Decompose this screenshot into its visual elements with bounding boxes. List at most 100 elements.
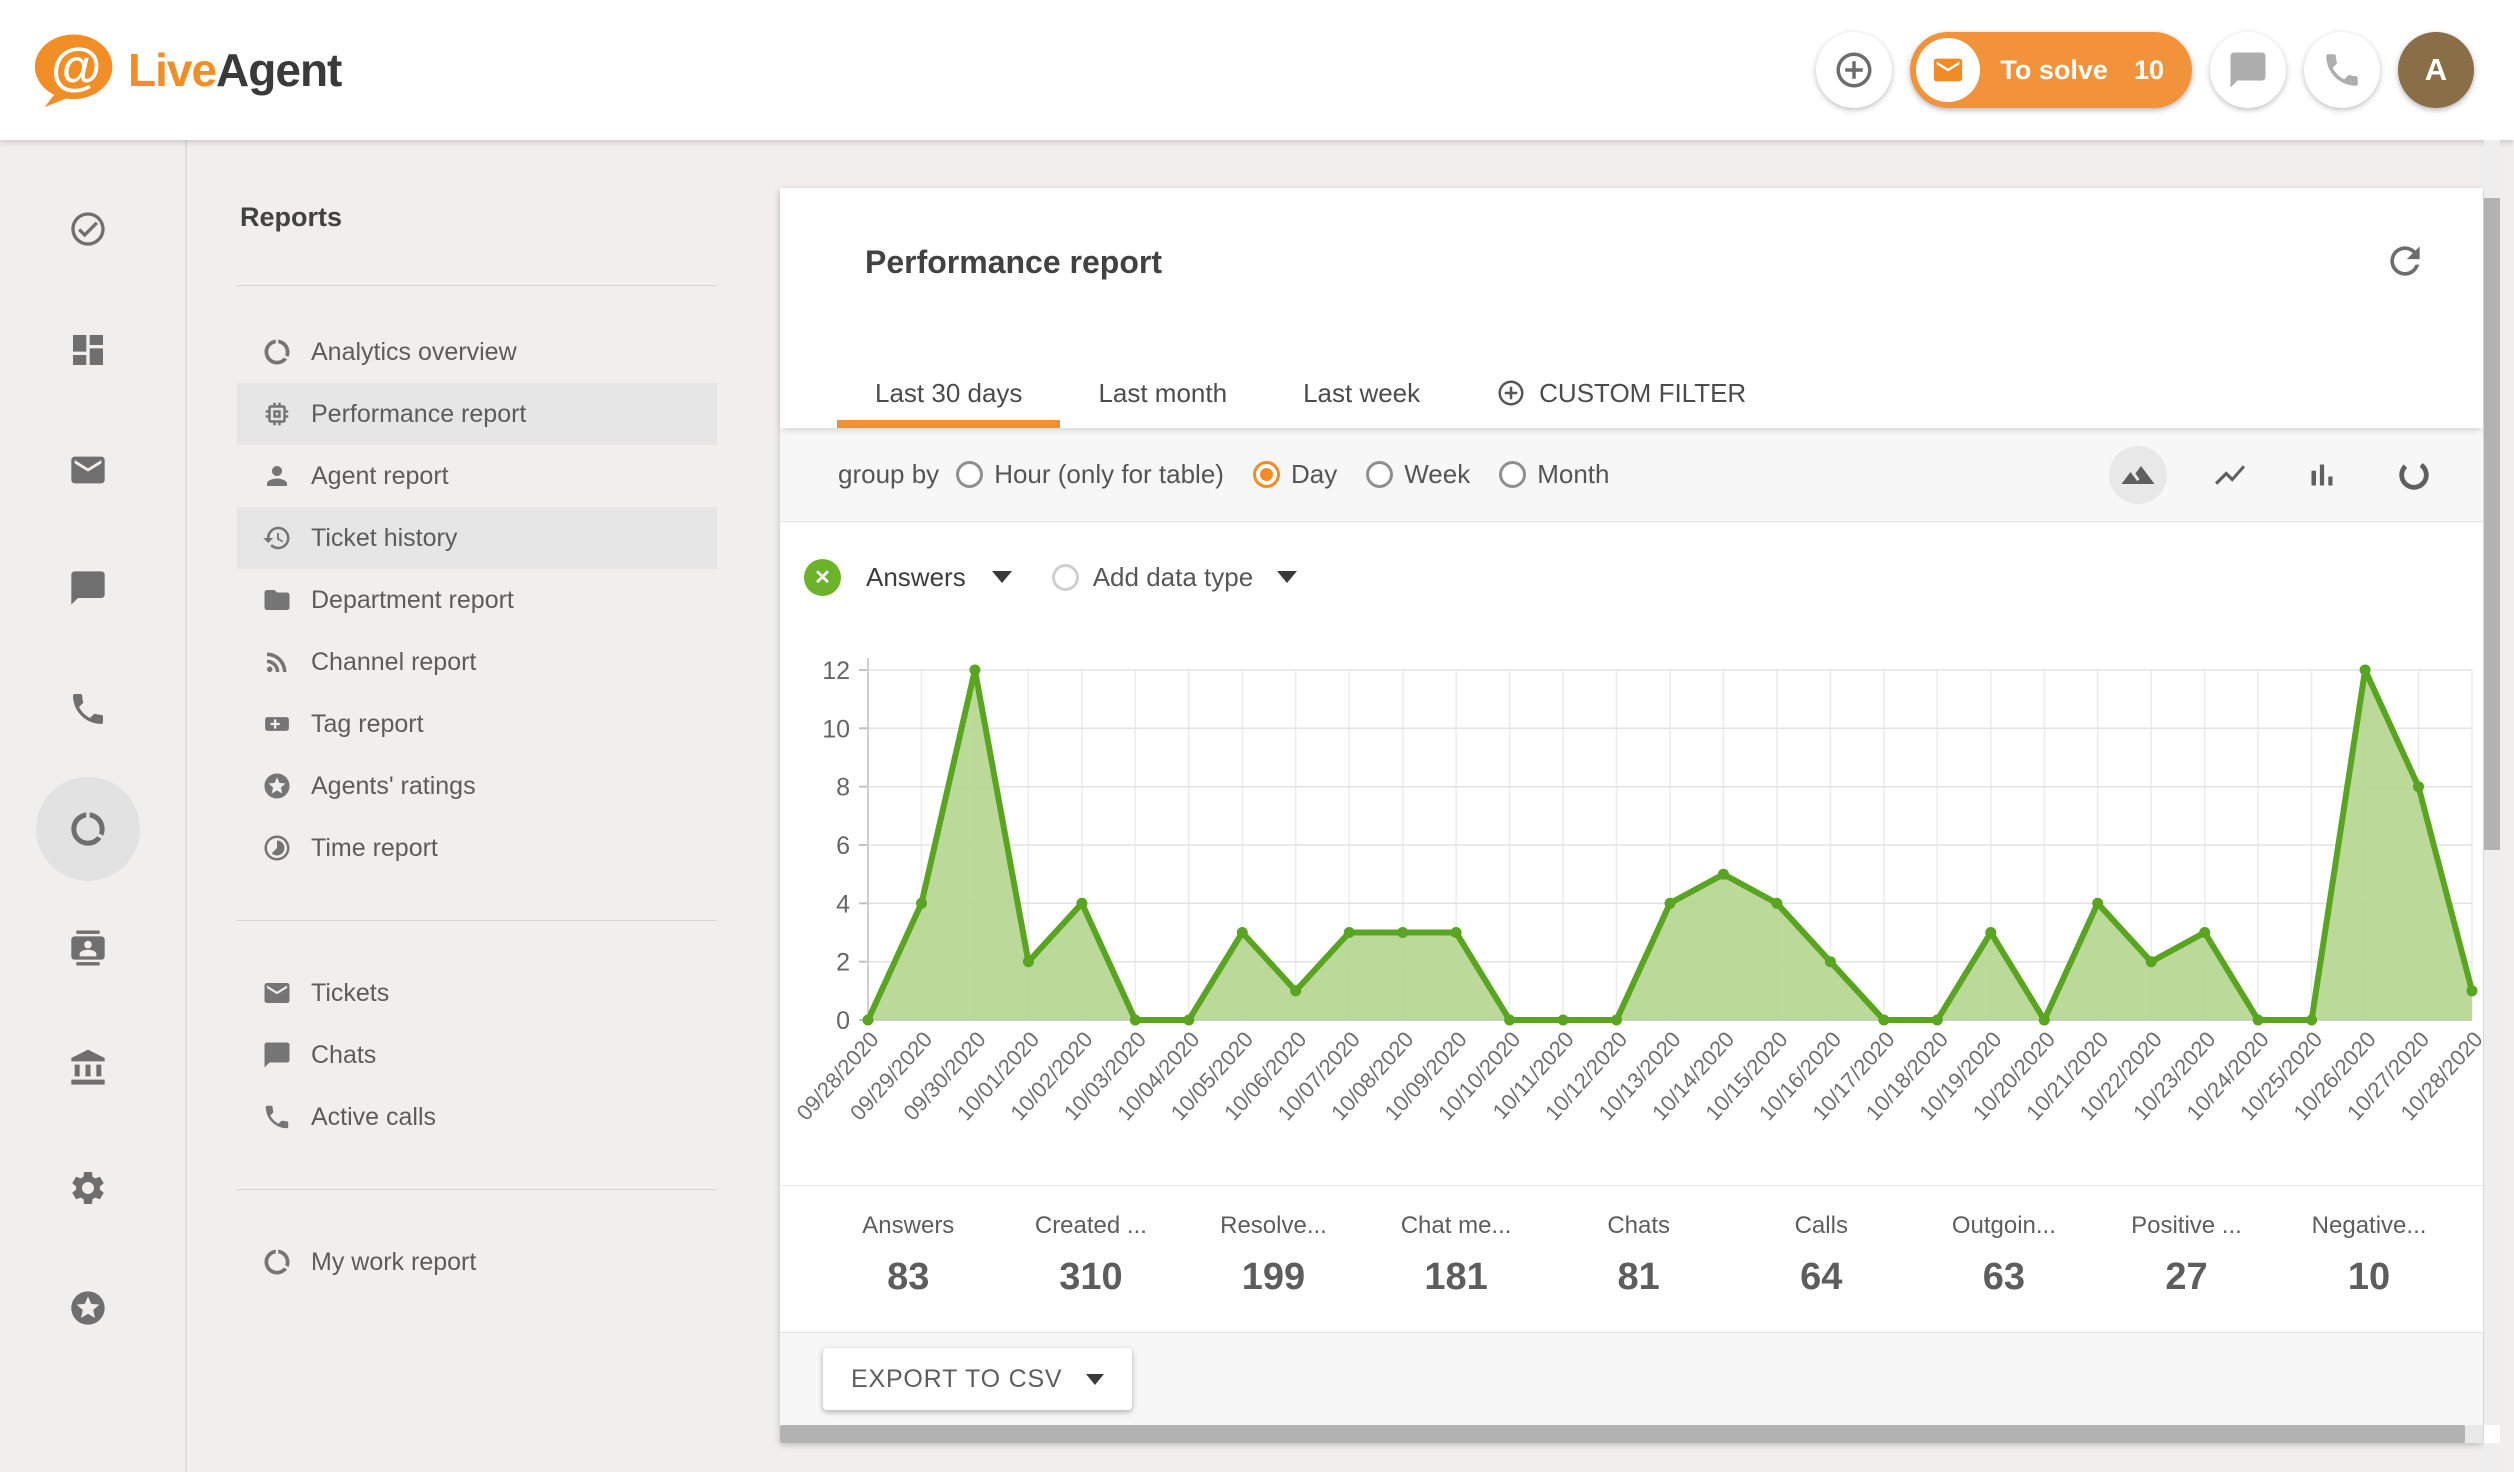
history-icon (262, 523, 292, 553)
svg-text:6: 6 (836, 832, 850, 860)
dashboard-icon (68, 330, 108, 370)
tab-label: Last 30 days (875, 378, 1022, 409)
nav-item-analytics-overview[interactable]: Analytics overview (237, 321, 717, 383)
stat-value: 63 (1913, 1256, 2096, 1299)
tab-custom-filter[interactable]: CUSTOM FILTER (1458, 358, 1784, 428)
nav-item-performance-report[interactable]: Performance report (237, 383, 717, 445)
stat-label: Negative... (2278, 1212, 2461, 1240)
radio-icon[interactable] (956, 461, 983, 488)
nav-item-channel-report[interactable]: Channel report (237, 631, 717, 693)
nav-item-time-report[interactable]: Time report (237, 817, 717, 879)
area-chart-toggle[interactable] (2109, 446, 2167, 504)
star-circle-icon (68, 1288, 108, 1328)
data-usage-icon (68, 809, 108, 849)
radio-icon[interactable] (1366, 461, 1393, 488)
rss-icon (262, 647, 292, 677)
nav-item-active-calls[interactable]: Active calls (237, 1086, 717, 1148)
chats-button[interactable] (2210, 32, 2286, 108)
nav-item-agent-report[interactable]: Agent report (237, 445, 717, 507)
chat-icon (2227, 49, 2269, 91)
radio-selected-icon[interactable] (1253, 461, 1280, 488)
svg-text:12: 12 (822, 657, 850, 685)
stat-value: 64 (1730, 1256, 1913, 1299)
radio-icon[interactable] (1499, 461, 1526, 488)
calls-button[interactable] (2304, 32, 2380, 108)
nav-item-label: Analytics overview (311, 338, 517, 367)
svg-text:8: 8 (836, 774, 850, 802)
plus-circle-icon (1496, 378, 1526, 408)
stat-chats: Chats81 (1547, 1212, 1730, 1332)
to-solve-button[interactable]: To solve 10 (1910, 32, 2192, 108)
refresh-button[interactable] (2379, 236, 2431, 288)
card-head: Performance report Last 30 daysLast mont… (780, 188, 2483, 428)
groupby-option-week[interactable]: Week (1366, 459, 1470, 490)
nav-item-label: Time report (311, 834, 438, 863)
svg-text:2: 2 (836, 949, 850, 977)
groupby-option-hour-only-for-table-[interactable]: Hour (only for table) (956, 459, 1224, 490)
rail-item-tickets[interactable] (36, 418, 140, 522)
groupby-option-day[interactable]: Day (1253, 459, 1337, 490)
nav-title: Reports (240, 202, 717, 233)
stats-row: Answers83Created ...310Resolve...199Chat… (780, 1185, 2483, 1332)
groupby-option-label: Hour (only for table) (994, 459, 1224, 490)
nav-item-label: Ticket history (311, 524, 457, 553)
line-chart-icon (2212, 457, 2248, 493)
line-chart-toggle[interactable] (2201, 446, 2259, 504)
tab-last-30-days[interactable]: Last 30 days (837, 358, 1060, 428)
nav-item-department-report[interactable]: Department report (237, 569, 717, 631)
stat-label: Chat me... (1365, 1212, 1548, 1240)
tab-last-week[interactable]: Last week (1265, 358, 1458, 428)
tab-last-month[interactable]: Last month (1060, 358, 1265, 428)
stat-outgoin-: Outgoin...63 (1913, 1212, 2096, 1332)
rail-item-settings[interactable] (36, 1136, 140, 1240)
nav-item-chats[interactable]: Chats (237, 1024, 717, 1086)
folder-icon (262, 585, 292, 615)
refresh-icon (2383, 239, 2427, 283)
tab-label: CUSTOM FILTER (1539, 378, 1746, 409)
phone-icon (2321, 49, 2363, 91)
gear-icon (68, 1168, 108, 1208)
groupby-option-label: Week (1404, 459, 1470, 490)
nav-item-agents-ratings[interactable]: Agents' ratings (237, 755, 717, 817)
liveagent-logo[interactable]: @ LiveAgent (30, 31, 341, 109)
export-csv-button[interactable]: EXPORT TO CSV (823, 1348, 1132, 1410)
nav-item-my-work-report[interactable]: My work report (237, 1231, 717, 1293)
stat-value: 181 (1365, 1256, 1548, 1299)
rail-item-dashboard[interactable] (36, 298, 140, 402)
horizontal-scrollbar[interactable] (780, 1425, 2483, 1443)
avatar[interactable]: A (2398, 32, 2474, 108)
nav-item-ticket-history[interactable]: Ticket history (237, 507, 717, 569)
rail-item-reports[interactable] (36, 777, 140, 881)
chat-icon (68, 568, 108, 608)
rail-item-calls[interactable] (36, 657, 140, 761)
remove-series-icon[interactable]: ✕ (804, 559, 841, 596)
answers-series-chip[interactable]: ✕ Answers (804, 559, 1012, 596)
bar-chart-toggle[interactable] (2293, 446, 2351, 504)
nav-item-tag-report[interactable]: Tag report (237, 693, 717, 755)
groupby-option-month[interactable]: Month (1499, 459, 1609, 490)
data-usage-icon (262, 1247, 292, 1277)
export-csv-label: EXPORT TO CSV (851, 1365, 1062, 1394)
add-data-type-button[interactable]: Add data type (1052, 562, 1297, 593)
export-row: EXPORT TO CSV (780, 1332, 2483, 1425)
star-circle-icon (262, 771, 292, 801)
svg-text:4: 4 (836, 890, 850, 918)
nav-item-label: Channel report (311, 648, 476, 677)
rail-item-chats[interactable] (36, 536, 140, 640)
donut-chart-toggle[interactable] (2385, 446, 2443, 504)
rail-item-customers[interactable] (36, 896, 140, 1000)
rail-item-billing[interactable] (36, 1016, 140, 1120)
vertical-scrollbar[interactable] (2484, 140, 2500, 1472)
divider (237, 285, 717, 286)
reports-nav: Reports Analytics overview Performance re… (237, 140, 717, 1293)
vertical-scrollbar-thumb[interactable] (2484, 198, 2500, 850)
rail-item-ratings[interactable] (36, 1256, 140, 1360)
to-solve-label: To solve (2000, 55, 2108, 86)
stat-value: 310 (1000, 1256, 1183, 1299)
stat-value: 81 (1547, 1256, 1730, 1299)
add-new-button[interactable] (1816, 32, 1892, 108)
rail-item-tasks[interactable] (36, 177, 140, 281)
nav-item-tickets[interactable]: Tickets (237, 962, 717, 1024)
horizontal-scrollbar-thumb[interactable] (780, 1425, 2465, 1443)
logo-text: LiveAgent (128, 43, 341, 97)
